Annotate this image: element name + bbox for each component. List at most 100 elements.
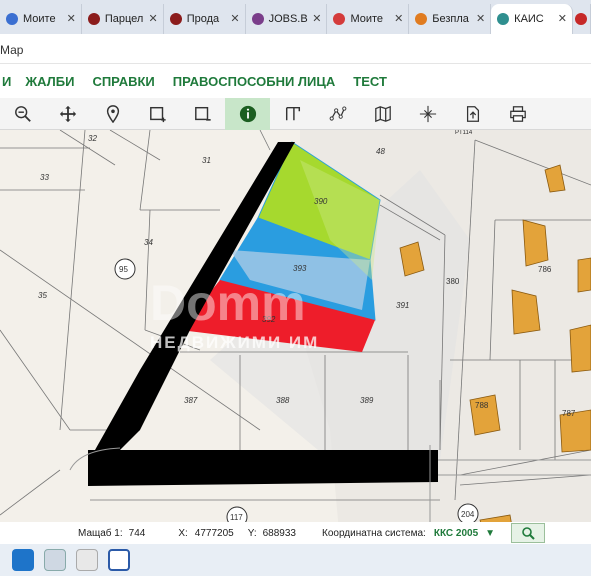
parcel-label-33: 33: [40, 173, 49, 182]
search-icon: [522, 527, 535, 540]
pan-icon: [59, 105, 76, 122]
menu-item-pravosposobni-lica[interactable]: ПРАВОСПОСОБНИ ЛИЦА: [173, 74, 336, 89]
tab-favicon-icon: [169, 13, 182, 25]
taskbar-app-icon[interactable]: [76, 549, 98, 571]
select-add-button[interactable]: [135, 98, 180, 130]
tab-label: Моите: [350, 13, 384, 25]
map-status-bar: Мащаб 1: 744 X: 4777205 Y: 688933 Коорди…: [0, 522, 591, 544]
browser-tab[interactable]: КАИС ✕: [491, 4, 574, 34]
taskbar-app-icon[interactable]: [44, 549, 66, 571]
tab-favicon-icon: [497, 13, 510, 25]
browser-tab[interactable]: Моите ✕: [327, 4, 410, 34]
watermark-brand: Domm: [150, 275, 306, 331]
location-pin-icon: [106, 104, 119, 123]
parcel-label-204: 204: [461, 510, 475, 519]
parcel-label-31: 31: [202, 156, 211, 165]
scale-label: Мащаб 1:: [78, 527, 123, 539]
tab-favicon-icon: [87, 13, 100, 25]
close-tab-icon[interactable]: ✕: [394, 12, 403, 25]
parcel-label-787: 787: [562, 409, 576, 418]
close-tab-icon[interactable]: ✕: [67, 12, 76, 25]
tab-label: Прода: [186, 13, 220, 25]
parcel-label-387: 387: [184, 396, 198, 405]
parcel-label-390: 390: [314, 197, 328, 206]
crs-label: Координатна система:: [322, 527, 426, 539]
parcel-label-380: 380: [446, 277, 460, 286]
y-label: Y:: [247, 527, 257, 539]
taskbar-app-icon[interactable]: [12, 549, 34, 571]
os-taskbar: [0, 544, 591, 576]
crosshair-icon: [419, 105, 436, 122]
main-menu: И ЖАЛБИ СПРАВКИ ПРАВОСПОСОБНИ ЛИЦА ТЕСТ: [0, 64, 591, 98]
pan-button[interactable]: [45, 98, 90, 130]
close-tab-icon[interactable]: ✕: [149, 12, 158, 25]
parcel-label-95: 95: [119, 265, 128, 274]
map-toolbar: [0, 97, 591, 130]
parcel-label-34: 34: [144, 238, 153, 247]
parcel-label-786: 786: [538, 265, 552, 274]
parcel-label-389: 389: [360, 396, 374, 405]
crosshair-button[interactable]: [405, 98, 450, 130]
scale-value: 744: [128, 527, 146, 539]
print-icon: [509, 105, 526, 122]
parcel-label-117: 117: [230, 513, 243, 522]
menu-item-zhalbi[interactable]: ЖАЛБИ: [25, 74, 74, 89]
zoom-out-button[interactable]: [0, 98, 45, 130]
cadastral-map[interactable]: 32 31 48 33 34 95 35 390 393 392 391 380…: [0, 130, 591, 543]
x-label: X:: [178, 527, 188, 539]
rectangle-add-icon: [149, 106, 166, 122]
crs-select[interactable]: ККС 2005: [434, 528, 478, 539]
tab-label: Парцел: [104, 13, 144, 25]
export-icon: [466, 105, 479, 122]
watermark-subtitle: НЕДВИЖИМИ ИМ: [150, 333, 319, 352]
page-subtitle-bar: Мар: [0, 34, 591, 64]
y-value: 688933: [262, 527, 296, 539]
map-canvas[interactable]: 32 31 48 33 34 95 35 390 393 392 391 380…: [0, 130, 591, 543]
polyline-button[interactable]: [315, 98, 360, 130]
tab-favicon-icon: [575, 13, 588, 25]
map-layers-button[interactable]: [360, 98, 405, 130]
tab-label: JOBS.B: [268, 13, 308, 25]
chevron-down-icon[interactable]: ▼: [485, 528, 495, 539]
zoom-out-icon: [14, 105, 31, 122]
point-label: PT114: [455, 130, 473, 136]
browser-tab[interactable]: Прода ✕: [164, 4, 246, 34]
menu-item-test[interactable]: ТЕСТ: [353, 74, 387, 89]
parcel-label-32: 32: [88, 134, 97, 143]
menu-item-prefix[interactable]: И: [2, 74, 11, 89]
info-button[interactable]: [225, 97, 270, 130]
x-value: 4777205: [194, 527, 234, 539]
polyline-icon: [329, 106, 346, 121]
browser-tab[interactable]: JOBS.B ✕: [246, 4, 328, 34]
location-button[interactable]: [90, 98, 135, 130]
close-tab-icon[interactable]: ✕: [230, 12, 239, 25]
browser-tab[interactable]: Парцел ✕: [82, 4, 164, 34]
parcel-label-35: 35: [38, 291, 47, 300]
select-remove-button[interactable]: [180, 98, 225, 130]
address-text: Мар: [0, 43, 24, 57]
tab-label: КАИС: [514, 13, 544, 25]
browser-tab-bar: Моите ✕ Парцел ✕ Прода ✕ JOBS.B ✕ Моите ✕ Безпла ✕ К…: [0, 0, 591, 34]
tab-label: Безпла: [432, 13, 469, 25]
measure-line-button[interactable]: [270, 98, 315, 130]
close-tab-icon[interactable]: ✕: [312, 12, 321, 25]
tab-favicon-icon: [415, 13, 428, 25]
menu-item-spravki[interactable]: СПРАВКИ: [92, 74, 154, 89]
close-tab-icon[interactable]: ✕: [476, 12, 485, 25]
search-button[interactable]: [511, 523, 546, 543]
rectangle-remove-icon: [194, 106, 211, 121]
line-measure-icon: [285, 106, 300, 120]
browser-tab[interactable]: Моите ✕: [0, 4, 82, 34]
print-button[interactable]: [495, 98, 540, 130]
taskbar-app-icon[interactable]: [108, 549, 130, 571]
tab-favicon-icon: [333, 13, 346, 25]
map-icon: [374, 105, 391, 122]
parcel-label-393: 393: [293, 264, 307, 273]
export-button[interactable]: [450, 98, 495, 130]
parcel-label-391: 391: [396, 301, 409, 310]
close-tab-icon[interactable]: ✕: [558, 12, 567, 25]
tab-label: Моите: [23, 13, 56, 25]
browser-tab[interactable]: Безпла ✕: [409, 4, 492, 34]
browser-tab[interactable]: И: [573, 4, 591, 34]
tab-favicon-icon: [6, 13, 18, 25]
